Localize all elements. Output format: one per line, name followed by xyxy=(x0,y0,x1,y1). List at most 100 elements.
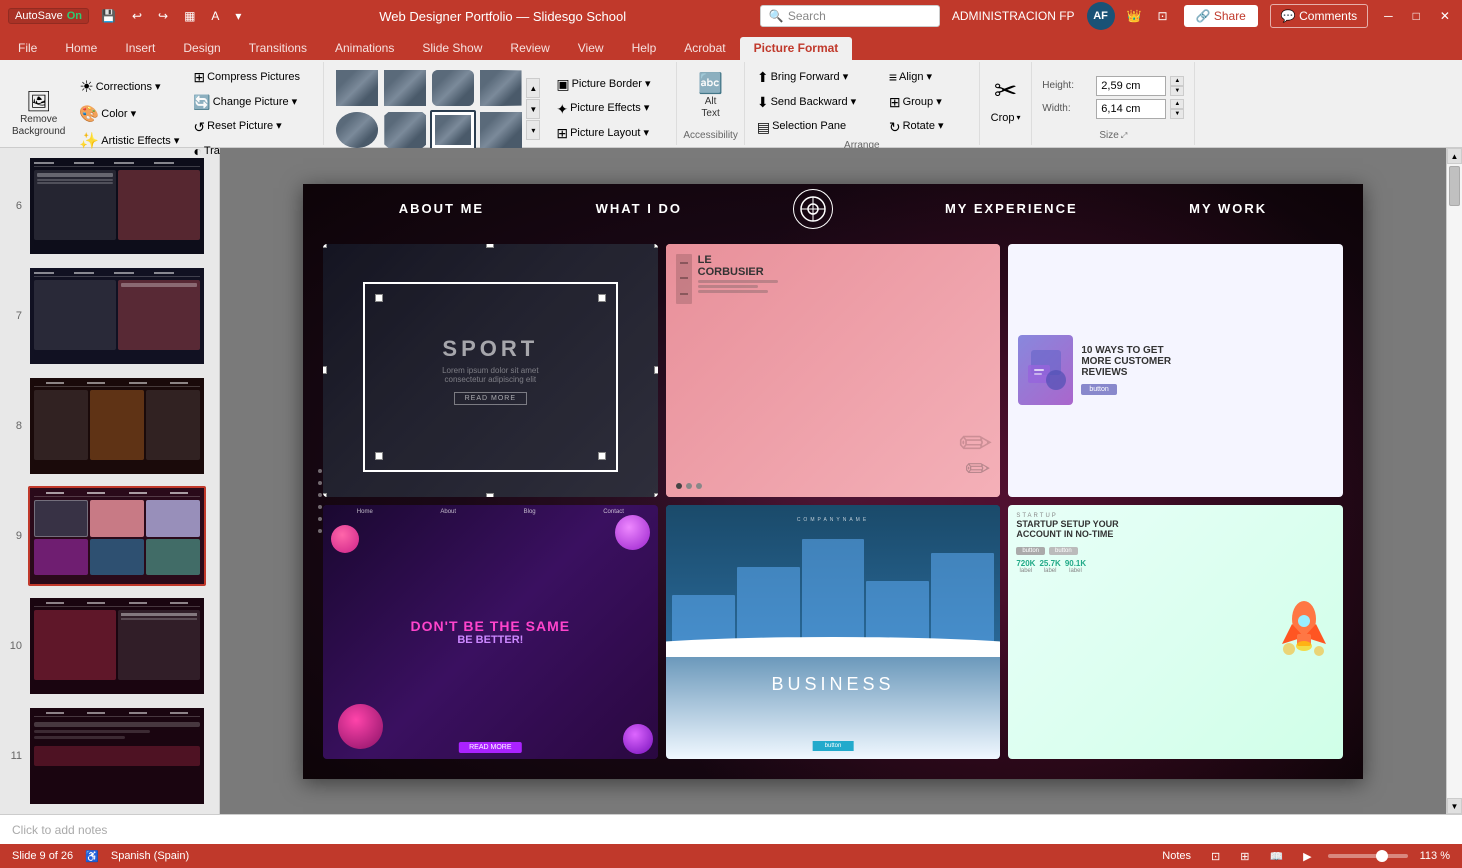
slide-thumb-11[interactable]: 11 xyxy=(4,704,215,808)
save-button[interactable]: 💾 xyxy=(97,7,120,25)
tab-view[interactable]: View xyxy=(564,37,618,60)
height-input[interactable] xyxy=(1096,76,1166,96)
business-card[interactable]: COMPANYNAME BUSINESS button xyxy=(666,505,1001,759)
compress-pictures-button[interactable]: ⊞ Compress Pictures xyxy=(187,66,317,89)
tab-picture-format[interactable]: Picture Format xyxy=(740,37,853,60)
accessibility-check-button[interactable]: A xyxy=(207,7,223,25)
tab-acrobat[interactable]: Acrobat xyxy=(670,37,739,60)
ways-btn[interactable]: button xyxy=(1081,384,1116,395)
handle-top-right[interactable] xyxy=(654,244,658,248)
height-down[interactable]: ▼ xyxy=(1170,86,1184,96)
align-button[interactable]: ≡ Align ▾ xyxy=(883,66,973,89)
slide-thumb-8[interactable]: 8 xyxy=(4,374,215,478)
search-box[interactable]: 🔍 Search xyxy=(760,5,940,27)
tab-review[interactable]: Review xyxy=(496,37,563,60)
crop-handle-br[interactable] xyxy=(598,452,606,460)
slide-canvas[interactable]: ABOUT ME WHAT I DO MY EXPERIENCE MY WORK xyxy=(303,184,1363,779)
notes-view-btn[interactable]: Notes xyxy=(1158,849,1195,863)
style-3[interactable] xyxy=(430,68,476,108)
startup-btn-2[interactable]: button xyxy=(1049,547,1078,555)
sport-read-more[interactable]: READ MORE xyxy=(454,392,527,405)
slide-img-11[interactable] xyxy=(28,706,206,806)
le-corbusier-card[interactable]: LE CORBUSIER ✏ ✏ xyxy=(666,244,1001,498)
startup-card[interactable]: STARTUP STARTUP SETUP YOURACCOUNT IN NO-… xyxy=(1008,505,1343,759)
nav-about-me[interactable]: ABOUT ME xyxy=(399,201,484,216)
customize-button[interactable]: ▾ xyxy=(231,7,245,25)
tab-design[interactable]: Design xyxy=(169,37,234,60)
startup-btn-1[interactable]: button xyxy=(1016,547,1045,555)
canvas-area[interactable]: ABOUT ME WHAT I DO MY EXPERIENCE MY WORK xyxy=(220,148,1446,814)
gallery-scroll-down[interactable]: ▼ xyxy=(526,99,540,119)
notes-bar[interactable]: Click to add notes xyxy=(0,814,1462,844)
reset-picture-button[interactable]: ↺ Reset Picture ▾ xyxy=(187,116,317,139)
style-6[interactable] xyxy=(382,110,428,150)
scroll-thumb[interactable] xyxy=(1449,166,1460,206)
slide-img-7[interactable] xyxy=(28,266,206,366)
slide-img-9[interactable] xyxy=(28,486,206,586)
gallery-scroll-up[interactable]: ▲ xyxy=(526,78,540,98)
nav-experience[interactable]: MY EXPERIENCE xyxy=(945,201,1078,216)
crop-button[interactable]: ✂ xyxy=(986,71,1025,110)
bring-forward-button[interactable]: ⬆ Bring Forward ▾ xyxy=(751,66,881,89)
scroll-up-btn[interactable]: ▲ xyxy=(1447,148,1462,164)
slide-thumb-9[interactable]: 9 xyxy=(4,484,215,588)
user-avatar[interactable]: AF xyxy=(1087,2,1115,30)
biz-btn[interactable]: button xyxy=(813,741,854,751)
handle-mid-right[interactable] xyxy=(654,366,658,374)
sport-card[interactable]: SPORT Lorem ipsum dolor sit ametconsecte… xyxy=(323,244,658,498)
style-7[interactable] xyxy=(430,110,476,150)
reading-view-btn[interactable]: 📖 xyxy=(1265,849,1287,864)
comments-button[interactable]: 💬 Comments xyxy=(1270,4,1368,28)
tab-home[interactable]: Home xyxy=(51,37,111,60)
close-button[interactable]: ✕ xyxy=(1436,7,1454,25)
zoom-thumb[interactable] xyxy=(1376,850,1388,862)
handle-mid-left[interactable] xyxy=(323,366,327,374)
slide-thumb-7[interactable]: 7 xyxy=(4,264,215,368)
width-up[interactable]: ▲ xyxy=(1170,99,1184,109)
tab-transitions[interactable]: Transitions xyxy=(235,37,321,60)
space-card[interactable]: Home About Blog Contact DON'T BE THE SAM… xyxy=(323,505,658,759)
slide-thumb-6[interactable]: 6 xyxy=(4,154,215,258)
slide-img-8[interactable] xyxy=(28,376,206,476)
display-options-button[interactable]: ⊡ xyxy=(1154,7,1172,25)
artistic-effects-button[interactable]: ✨ Artistic Effects ▾ xyxy=(73,129,185,154)
picture-layout-button[interactable]: ⊞ Picture Layout ▾ xyxy=(550,122,670,145)
scroll-track[interactable] xyxy=(1447,164,1462,798)
nav-work[interactable]: MY WORK xyxy=(1189,201,1267,216)
tab-insert[interactable]: Insert xyxy=(111,37,169,60)
crop-handle-tl[interactable] xyxy=(375,294,383,302)
crop-dropdown-arrow[interactable]: ▾ xyxy=(1016,113,1020,122)
width-input[interactable] xyxy=(1096,99,1166,119)
share-button[interactable]: 🔗 Share xyxy=(1184,5,1258,27)
handle-top-left[interactable] xyxy=(323,244,327,248)
style-2[interactable] xyxy=(382,68,428,108)
size-expand[interactable]: ⤢ xyxy=(1121,131,1127,141)
normal-view-btn[interactable]: ⊡ xyxy=(1207,849,1224,864)
tab-file[interactable]: File xyxy=(4,37,51,60)
crop-handle-tr[interactable] xyxy=(598,294,606,302)
selection-pane-button[interactable]: ▤ Selection Pane xyxy=(751,116,881,139)
space-read-more[interactable]: READ MORE xyxy=(459,742,521,753)
handle-top-mid[interactable] xyxy=(486,244,494,248)
handle-bot-mid[interactable] xyxy=(486,493,494,497)
slide-sorter-btn[interactable]: ⊞ xyxy=(1236,849,1253,864)
tab-animations[interactable]: Animations xyxy=(321,37,408,60)
minimize-button[interactable]: ─ xyxy=(1380,7,1397,25)
height-up[interactable]: ▲ xyxy=(1170,76,1184,86)
gallery-expand[interactable]: ▾ xyxy=(526,120,540,140)
width-down[interactable]: ▼ xyxy=(1170,109,1184,119)
crop-handle-bl[interactable] xyxy=(375,452,383,460)
change-picture-button[interactable]: 🔄 Change Picture ▾ xyxy=(187,91,317,114)
nav-what-i-do[interactable]: WHAT I DO xyxy=(596,201,682,216)
tab-slideshow[interactable]: Slide Show xyxy=(408,37,496,60)
style-4[interactable] xyxy=(478,68,524,108)
redo-button[interactable]: ↪ xyxy=(154,7,172,25)
picture-effects-button[interactable]: ✦ Picture Effects ▾ xyxy=(550,98,670,121)
group-button[interactable]: ⊞ Group ▾ xyxy=(883,91,973,114)
zoom-slider[interactable] xyxy=(1328,854,1408,858)
slide-img-10[interactable] xyxy=(28,596,206,696)
style-8[interactable] xyxy=(478,110,524,150)
undo-button[interactable]: ↩ xyxy=(128,7,146,25)
style-5[interactable] xyxy=(334,110,380,150)
alt-text-button[interactable]: 🔤 AltText xyxy=(686,70,736,124)
